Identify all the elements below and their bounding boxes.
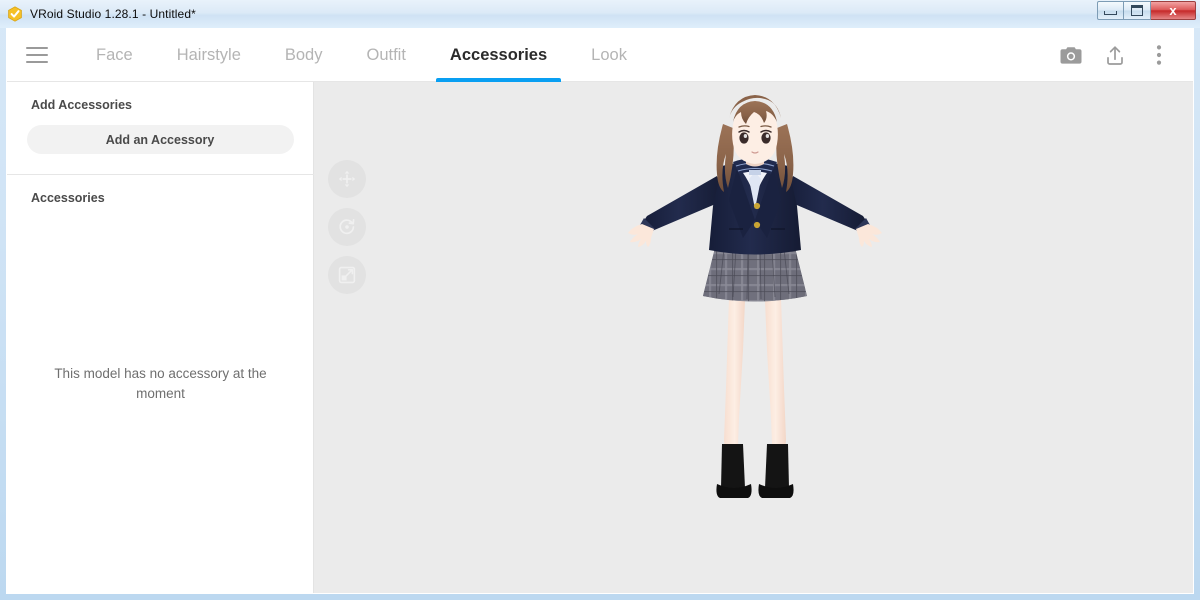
window-controls: x: [1097, 1, 1196, 20]
add-accessories-heading: Add Accessories: [7, 82, 313, 112]
export-icon[interactable]: [1101, 41, 1129, 69]
window-frame: VRoid Studio 1.28.1 - Untitled* x Face: [0, 0, 1200, 600]
viewport-tool-buttons: [328, 160, 366, 294]
minimize-icon: [1104, 11, 1117, 15]
rotate-tool-button[interactable]: [328, 208, 366, 246]
model-viewport[interactable]: [314, 82, 1194, 594]
nav-action-buttons: [1057, 41, 1173, 69]
add-an-accessory-button[interactable]: Add an Accessory: [27, 125, 294, 154]
tab-look[interactable]: Look: [569, 29, 649, 82]
accessories-sidebar: Add Accessories Add an Accessory Accesso…: [7, 82, 314, 594]
hamburger-icon[interactable]: [26, 47, 48, 63]
tab-label: Body: [285, 46, 323, 65]
title-bar: VRoid Studio 1.28.1 - Untitled* x: [0, 0, 1200, 28]
move-tool-button[interactable]: [328, 160, 366, 198]
maximize-button[interactable]: [1124, 1, 1151, 20]
maximize-icon: [1131, 5, 1143, 16]
tab-label: Outfit: [366, 46, 405, 65]
tab-body[interactable]: Body: [263, 29, 345, 82]
vroid-badge-icon: [7, 6, 23, 22]
camera-icon[interactable]: [1057, 41, 1085, 69]
top-navigation-bar: Face Hairstyle Body Outfit Accessories L…: [7, 29, 1194, 82]
avatar-model[interactable]: [625, 88, 885, 588]
tab-label: Face: [96, 46, 133, 65]
tab-label: Hairstyle: [177, 46, 241, 65]
tab-accessories[interactable]: Accessories: [428, 29, 569, 82]
scale-tool-button[interactable]: [328, 256, 366, 294]
more-vertical-icon[interactable]: [1145, 41, 1173, 69]
empty-state-message: This model has no accessory at the momen…: [7, 364, 314, 404]
tab-label: Look: [591, 46, 627, 65]
main-tabs: Face Hairstyle Body Outfit Accessories L…: [74, 29, 649, 82]
minimize-button[interactable]: [1097, 1, 1124, 20]
tab-outfit[interactable]: Outfit: [344, 29, 427, 82]
tab-face[interactable]: Face: [74, 29, 155, 82]
app-client-area: Face Hairstyle Body Outfit Accessories L…: [6, 28, 1194, 594]
window-title: VRoid Studio 1.28.1 - Untitled*: [30, 7, 196, 21]
tab-hairstyle[interactable]: Hairstyle: [155, 29, 263, 82]
tab-label: Accessories: [450, 46, 547, 65]
close-button[interactable]: x: [1151, 1, 1196, 20]
accessories-list-heading: Accessories: [7, 175, 313, 205]
close-icon: x: [1169, 3, 1176, 18]
